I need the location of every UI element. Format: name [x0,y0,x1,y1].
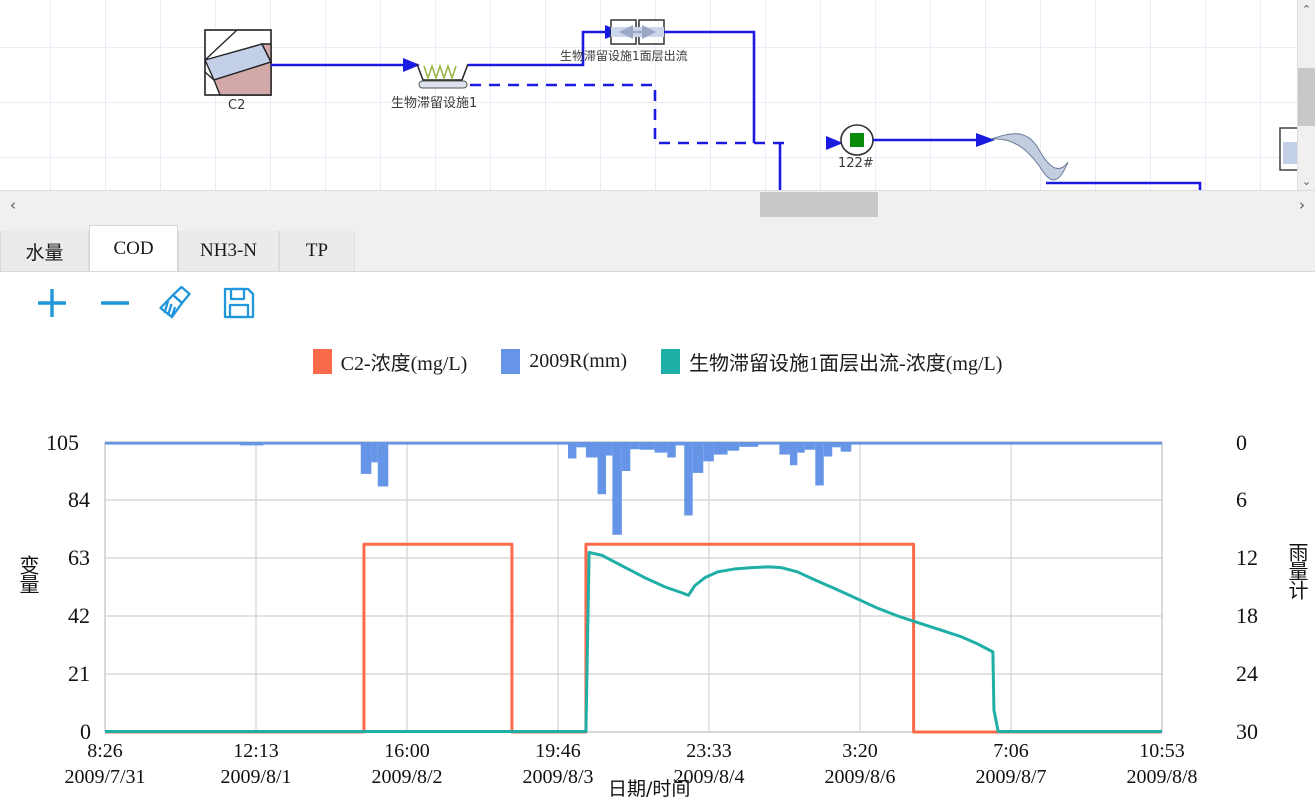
floppy-save-icon [223,287,255,319]
bioretention-icon [416,63,469,89]
schematic-horizontal-scrollbar[interactable]: ‹ › [0,190,1315,220]
chart-toolbar [0,272,1315,334]
result-tabs: 水量 COD NH3-N TP [0,219,1315,272]
node-label-c2: C2 [228,98,246,113]
node-label-bioretention-1: 生物滞留设施1 [391,96,478,111]
tab-label: COD [113,237,154,259]
offscreen-node-icon [1279,127,1298,171]
node-label-junction-122: 122# [838,156,874,171]
zoom-in-button[interactable] [29,280,75,326]
plot-area-wrapper: 105 84 63 42 21 0 变量 0 6 12 18 24 30 雨量计… [0,380,1315,802]
series-outflow-line [105,550,1162,733]
x-axis-tick: 10:53 2009/8/8 [1072,738,1252,790]
legend-swatch-icon [661,348,681,374]
tab-label: NH3-N [200,240,257,261]
schematic-drawing [204,19,1298,190]
legend-item-c2-concentration[interactable]: C2-浓度(mg/L) [312,347,468,376]
tab-water-quantity[interactable]: 水量 [0,231,89,271]
legend-label: 2009R(mm) [529,349,628,372]
x-axis-title: 日期/时间 [608,778,691,800]
legend-label: 生物滞留设施1面层出流-浓度(mg/L) [689,352,1003,375]
zoom-out-button[interactable] [92,280,138,326]
minus-icon [101,301,129,305]
node-label-bioretention-surface-outflow: 生物滞留设施1面层出流 [560,49,688,63]
legend-item-bioretention-outflow-concentration[interactable]: 生物滞留设施1面层出流-浓度(mg/L) [661,347,1002,376]
tab-tp[interactable]: TP [279,231,355,271]
broom-icon [159,285,191,319]
scroll-up-arrow-icon[interactable]: ⌃ [1298,0,1315,18]
vertical-scrollbar-thumb[interactable] [1298,68,1315,126]
scroll-down-arrow-icon[interactable]: ⌄ [1298,172,1315,190]
legend-swatch-icon [501,348,521,374]
flow-divider-icon [610,19,665,45]
tab-label: TP [305,240,329,261]
horizontal-scrollbar-thumb[interactable] [760,192,878,217]
series-rainfall-bars [105,442,1162,535]
junction-node-icon [840,124,874,156]
tab-nh3-n[interactable]: NH3-N [178,231,279,271]
x-axis-tick-date: 2009/8/8 [1126,766,1198,788]
subcatchment-icon [204,29,272,96]
legend-label: C2-浓度(mg/L) [340,352,468,375]
scroll-left-arrow-icon[interactable]: ‹ [2,191,24,218]
chart-legend: C2-浓度(mg/L) 2009R(mm) 生物滞留设施1面层出流-浓度(mg/… [0,344,1315,378]
schematic-vertical-scrollbar[interactable]: ⌃ ⌄ [1297,0,1315,190]
legend-item-rainfall[interactable]: 2009R(mm) [501,348,628,374]
tab-cod[interactable]: COD [89,225,178,271]
chart-gridlines [104,441,1163,733]
x-axis-tick-time: 10:53 [1139,740,1185,762]
tab-label: 水量 [25,242,64,264]
legend-swatch-icon [312,348,332,374]
app-window: C2 生物滞留设施1 生物滞留设施1面层出流 122# ⌃ ⌄ ‹ › 水量 C… [0,0,1315,802]
time-series-chart: C2-浓度(mg/L) 2009R(mm) 生物滞留设施1面层出流-浓度(mg/… [0,334,1315,802]
plus-icon [38,289,66,317]
clear-button[interactable] [153,280,199,326]
save-button[interactable] [216,280,262,326]
network-schematic-canvas[interactable]: C2 生物滞留设施1 生物滞留设施1面层出流 122# ⌃ ⌄ [0,0,1315,190]
scroll-right-arrow-icon[interactable]: › [1291,191,1313,218]
